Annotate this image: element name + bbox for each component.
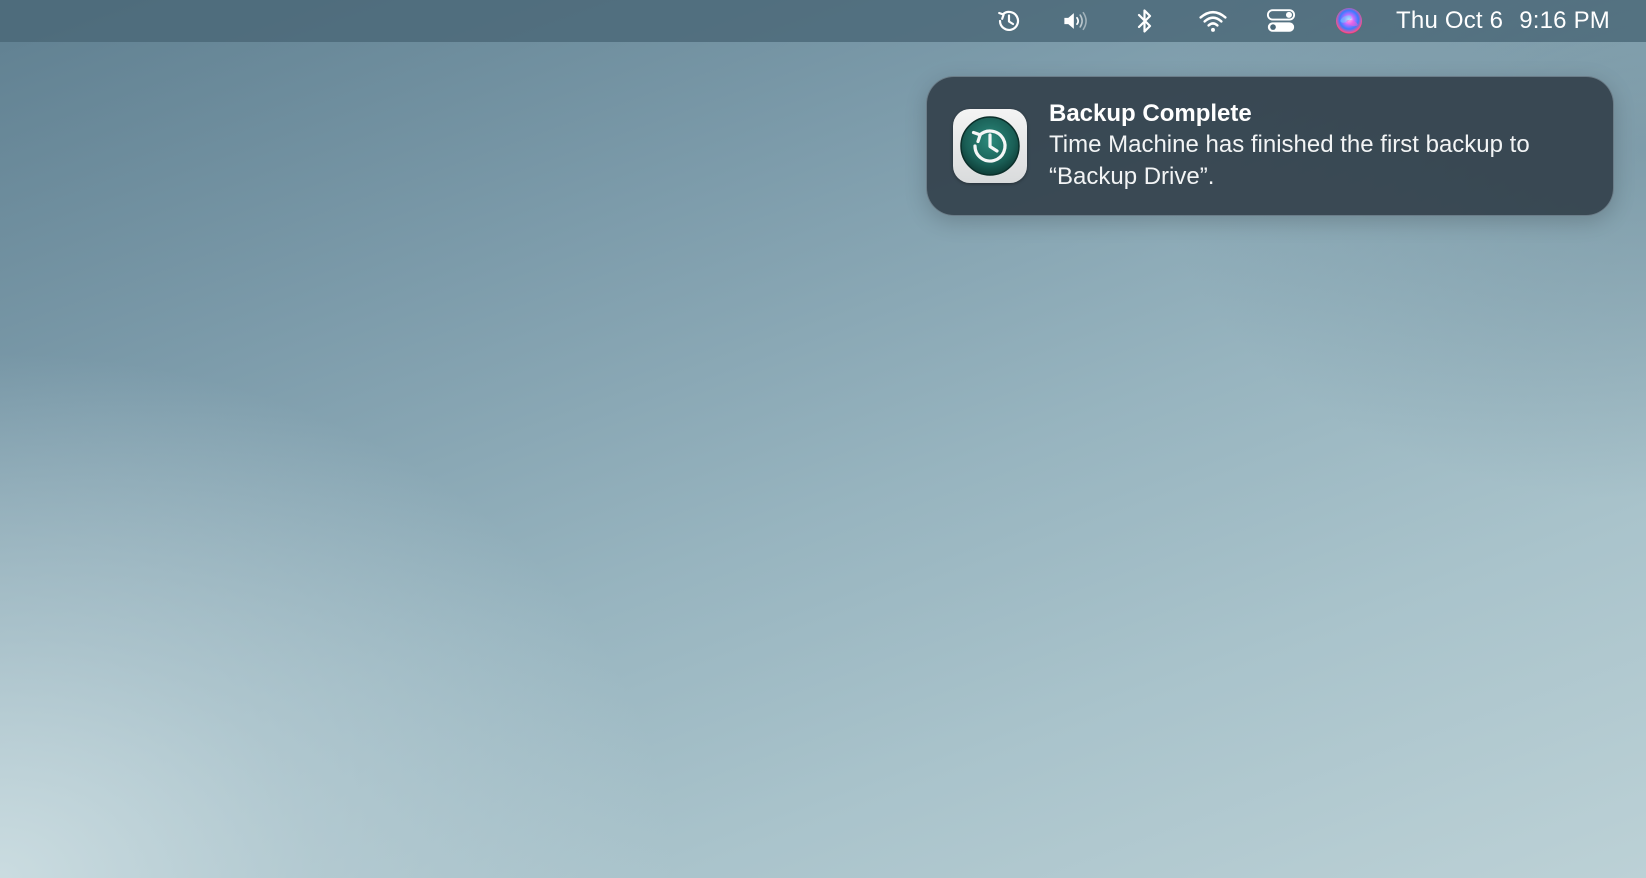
bluetooth-icon[interactable] xyxy=(1130,6,1160,36)
notification-content: Backup Complete Time Machine has finishe… xyxy=(1049,99,1589,193)
control-center-icon[interactable] xyxy=(1266,6,1296,36)
notification-banner[interactable]: Backup Complete Time Machine has finishe… xyxy=(926,76,1614,216)
menu-bar: Thu Oct 6 9:16 PM xyxy=(0,0,1646,42)
notification-title: Backup Complete xyxy=(1049,100,1252,127)
volume-icon[interactable] xyxy=(1062,6,1092,36)
notification-body: Time Machine has finished the first back… xyxy=(1049,131,1530,190)
menu-clock[interactable]: Thu Oct 6 9:16 PM xyxy=(1396,7,1610,35)
clock-time: 9:16 PM xyxy=(1519,7,1610,34)
time-machine-icon[interactable] xyxy=(994,6,1024,36)
clock-date: Thu Oct 6 xyxy=(1396,7,1504,34)
time-machine-app-icon xyxy=(953,109,1027,183)
siri-icon[interactable] xyxy=(1334,6,1364,36)
wifi-icon[interactable] xyxy=(1198,6,1228,36)
